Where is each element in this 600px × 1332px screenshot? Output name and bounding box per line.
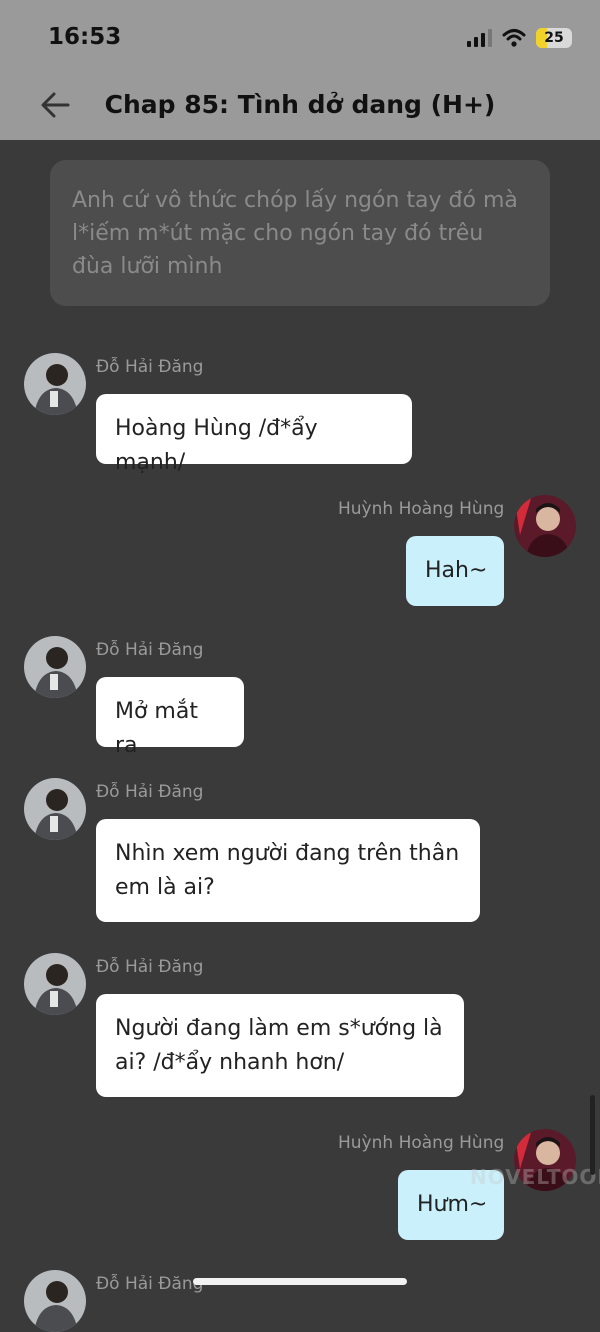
sender-name: Huỳnh Hoàng Hùng bbox=[338, 499, 505, 519]
status-icons: 25 bbox=[467, 24, 572, 52]
status-time: 16:53 bbox=[48, 24, 122, 50]
battery-icon: 25 bbox=[536, 28, 572, 48]
message-bubble: Người đang làm em s*ướng là ai? /đ*ẩy nh… bbox=[96, 994, 464, 1097]
sender-name: Đỗ Hải Đăng bbox=[96, 357, 204, 377]
narration-card: Anh cứ vô thức chóp lấy ngón tay đó mà l… bbox=[50, 160, 550, 306]
sender-name: Đỗ Hải Đăng bbox=[96, 640, 204, 660]
sender-name: Đỗ Hải Đăng bbox=[96, 957, 204, 977]
scrollbar[interactable] bbox=[590, 1095, 595, 1175]
wifi-icon bbox=[502, 29, 526, 47]
sender-name: Đỗ Hải Đăng bbox=[96, 1274, 204, 1294]
avatar[interactable] bbox=[24, 353, 86, 415]
avatar[interactable] bbox=[24, 953, 86, 1015]
battery-level: 25 bbox=[544, 30, 564, 46]
avatar[interactable] bbox=[514, 495, 576, 557]
page-title: Chap 85: Tình dở dang (H+) bbox=[104, 90, 496, 119]
message-bubble: Hah~ bbox=[406, 536, 504, 606]
avatar[interactable] bbox=[24, 778, 86, 840]
message-bubble: Hoàng Hùng /đ*ẩy mạnh/ bbox=[96, 394, 412, 475]
signal-icon bbox=[467, 29, 492, 47]
message-bubble: Nhìn xem người đang trên thân em là ai? bbox=[96, 819, 480, 922]
message-bubble: Mở mắt ra bbox=[96, 677, 244, 758]
sender-name: Huỳnh Hoàng Hùng bbox=[338, 1133, 505, 1153]
avatar[interactable] bbox=[24, 1270, 86, 1332]
watermark: NOVELTOON bbox=[470, 1165, 600, 1189]
avatar[interactable] bbox=[24, 636, 86, 698]
sender-name: Đỗ Hải Đăng bbox=[96, 782, 204, 802]
header-bar: 16:53 25 Chap 85: Tình dở dang (H+) bbox=[0, 0, 600, 140]
home-indicator[interactable] bbox=[193, 1278, 407, 1285]
